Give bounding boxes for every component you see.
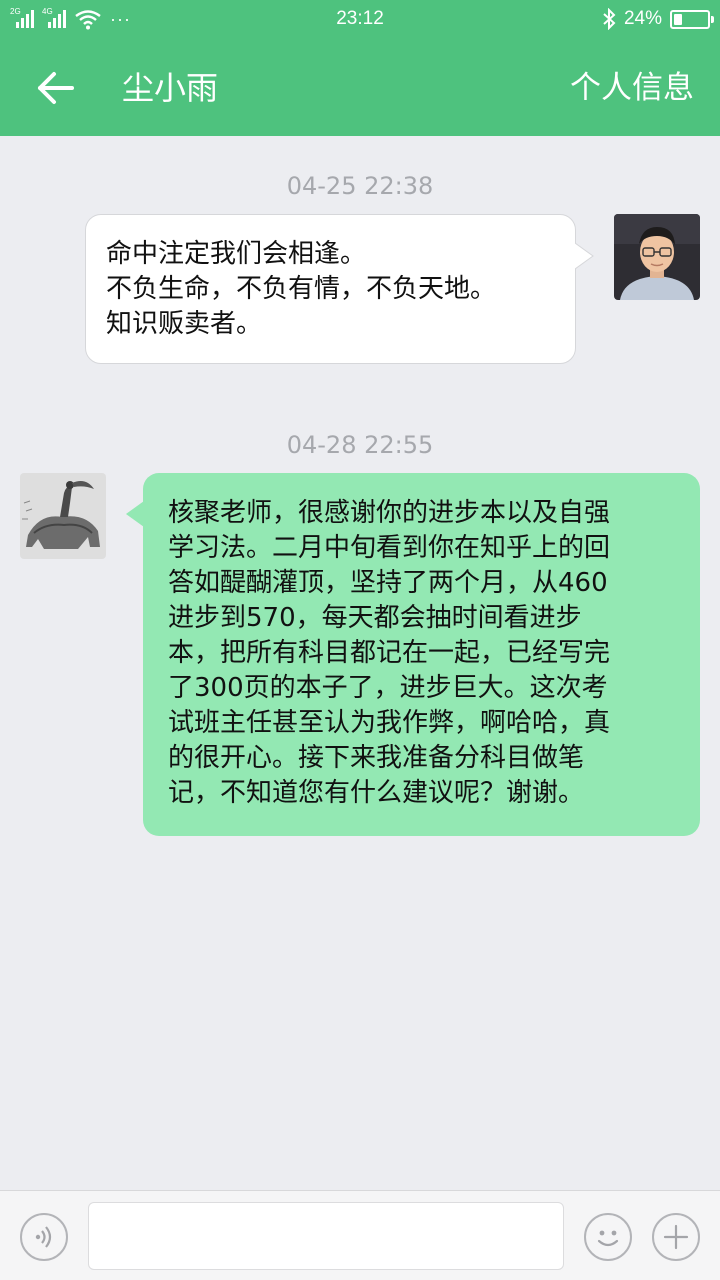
bubble-tail [126,501,144,527]
more-options-button[interactable] [652,1213,700,1261]
message-line: 答如醍醐灌顶，坚持了两个月，从460 [168,568,608,598]
message-line: 不负生命，不负有情，不负天地。 [106,274,497,304]
voice-icon [35,1226,52,1248]
message-input[interactable] [88,1202,564,1270]
message-line: 试班主任甚至认为我作弊，啊哈哈，真 [168,708,611,738]
message-line: 本，把所有科目都记在一起，已经写完 [168,638,611,668]
emoji-icon [597,1230,619,1247]
bluetooth-icon [603,8,616,30]
emoji-button[interactable] [584,1213,632,1261]
message-line: 记，不知道您有什么建议呢？谢谢。 [168,778,585,808]
battery-percent: 24% [623,8,662,29]
contact-avatar-image [614,214,700,300]
battery-icon [670,9,714,29]
voice-button[interactable] [20,1213,68,1261]
user-avatar-image [20,473,106,559]
message-timestamp: 04-28 22:55 [286,431,434,459]
message-line: 知识贩卖者。 [106,309,263,339]
message-line: 了300页的本子了，进步巨大。这次考 [168,673,608,703]
plus-icon [663,1224,689,1250]
message-line: 进步到570，每天都会抽时间看进步 [168,603,582,633]
page-title: 尘小雨 [122,69,219,107]
profile-info-button[interactable]: 个人信息 [570,66,694,110]
message-line: 学习法。二月中旬看到你在知乎上的回 [168,533,611,563]
message-bubble[interactable]: 命中注定我们会相逢。 不负生命，不负有情，不负天地。 知识贩卖者。 [85,214,594,364]
input-bar [0,1190,720,1280]
message-timestamp: 04-25 22:38 [286,172,434,200]
bubble-tail [575,243,594,269]
arrow-left-icon [38,72,74,104]
message-line: 命中注定我们会相逢。 [106,239,367,269]
back-button[interactable] [30,66,82,110]
status-bar: 2G 4G ··· 23:12 24% [0,0,720,38]
chat-area[interactable]: 04-25 22:38 命中注定我们会相逢。 不负生命，不负有情，不负天地。 知… [0,136,720,1190]
avatar[interactable] [20,473,106,559]
message-bubble[interactable]: 核聚老师，很感谢你的进步本以及自强 学习法。二月中旬看到你在知乎上的回 答如醍醐… [126,473,700,836]
message-line: 核聚老师，很感谢你的进步本以及自强 [168,498,611,528]
avatar[interactable] [614,214,700,300]
message-line: 的很开心。接下来我准备分科目做笔 [168,743,585,773]
chat-header: 尘小雨 个人信息 [0,38,720,136]
